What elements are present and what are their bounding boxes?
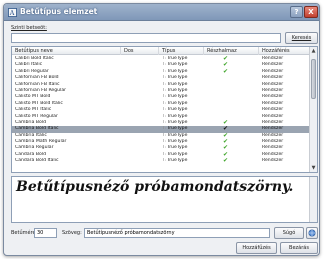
column-header-type[interactable]: Típus: [159, 47, 204, 55]
window-title: Betűtípus elemzet: [20, 7, 98, 16]
check-icon: ✔: [223, 145, 229, 152]
help-title-button[interactable]: ?: [290, 6, 303, 18]
font-access: Rendszer: [262, 158, 284, 164]
font-type-label: TrueType: [167, 113, 188, 119]
sample-text-input[interactable]: Betűtípusnéző próbamondatszörny: [84, 228, 270, 238]
check-icon: ✔: [223, 126, 229, 133]
truetype-icon: Tᵢ: [162, 151, 166, 157]
column-header-subset[interactable]: Részhalmaz: [204, 47, 259, 55]
check-icon: ✔: [223, 56, 229, 62]
truetype-icon: Tᵢ: [162, 75, 166, 81]
globe-icon: [308, 229, 316, 237]
close-title-button[interactable]: X: [304, 6, 318, 18]
list-rows: Calibri Bold Italic Tᵢ TrueType ✔ Rendszer C…: [12, 56, 310, 165]
font-viewer-dialog: A Betűtípus elemzet ? X Szinti betseöt: …: [3, 3, 320, 256]
search-input[interactable]: [11, 33, 281, 43]
check-icon: ✔: [223, 119, 229, 126]
font-type-label: TrueType: [167, 107, 188, 113]
font-type-label: TrueType: [167, 75, 188, 81]
truetype-icon: Tᵢ: [162, 87, 166, 93]
font-type-label: TrueType: [167, 100, 188, 106]
scroll-down-icon[interactable]: ▼: [310, 164, 317, 172]
list-item[interactable]: Candara Bold Italic Tᵢ TrueType ✔ Rendszer: [12, 158, 310, 164]
column-header-name[interactable]: Betűtípus neve: [12, 47, 121, 55]
check-icon: ✔: [223, 151, 229, 158]
font-icon: A: [8, 8, 17, 17]
font-type-label: TrueType: [167, 139, 188, 145]
truetype-icon: Tᵢ: [162, 100, 166, 106]
check-icon: ✔: [223, 158, 229, 165]
truetype-icon: Tᵢ: [162, 132, 166, 138]
font-type-label: TrueType: [167, 81, 188, 87]
list-header: Betűtípus neve Dos Típus Részhalmaz Hozz…: [12, 47, 310, 55]
truetype-icon: Tᵢ: [162, 56, 166, 61]
truetype-icon: Tᵢ: [162, 107, 166, 113]
close-button[interactable]: Bezárás: [280, 242, 318, 254]
truetype-icon: Tᵢ: [162, 81, 166, 87]
scroll-up-icon[interactable]: ▲: [310, 47, 317, 55]
font-type-label: TrueType: [167, 68, 188, 74]
font-type-label: TrueType: [167, 94, 188, 100]
font-type-label: TrueType: [167, 145, 188, 151]
font-type-label: TrueType: [167, 132, 188, 138]
search-button[interactable]: Keresés: [285, 32, 318, 44]
font-list[interactable]: Betűtípus neve Dos Típus Részhalmaz Hozz…: [11, 46, 318, 173]
font-type-label: TrueType: [167, 126, 188, 132]
check-icon: ✔: [223, 132, 229, 139]
font-type: Tᵢ TrueType: [162, 158, 202, 164]
truetype-icon: Tᵢ: [162, 62, 166, 68]
scroll-thumb[interactable]: [311, 59, 316, 99]
truetype-icon: Tᵢ: [162, 113, 166, 119]
check-icon: ✔: [223, 62, 229, 69]
truetype-icon: Tᵢ: [162, 139, 166, 145]
preview-scrollbar[interactable]: [309, 177, 317, 222]
font-type-label: TrueType: [167, 158, 188, 164]
font-type-label: TrueType: [167, 151, 188, 157]
truetype-icon: Tᵢ: [162, 126, 166, 132]
truetype-icon: Tᵢ: [162, 68, 166, 74]
check-icon: ✔: [223, 139, 229, 146]
font-type-label: TrueType: [167, 56, 188, 61]
svg-text:A: A: [9, 10, 15, 17]
truetype-icon: Tᵢ: [162, 158, 166, 164]
font-type-label: TrueType: [167, 62, 188, 68]
search-label: Szinti betseöt:: [11, 25, 47, 31]
font-type-label: TrueType: [167, 119, 188, 125]
truetype-icon: Tᵢ: [162, 119, 166, 125]
add-button[interactable]: Hozzáfűzés: [236, 242, 277, 254]
column-header-access[interactable]: Hozzáférés: [259, 47, 310, 55]
globe-button[interactable]: [306, 227, 318, 239]
size-input[interactable]: 30: [34, 228, 57, 238]
preview-text: Betűtípusnéző próbamondatszörny.: [16, 179, 294, 195]
preview-pane: Betűtípusnéző próbamondatszörny.: [11, 176, 318, 223]
check-icon: ✔: [223, 68, 229, 75]
font-name: Candara Bold Italic: [15, 158, 59, 164]
truetype-icon: Tᵢ: [162, 94, 166, 100]
text-label: Szöveg:: [62, 230, 82, 236]
title-bar: A Betűtípus elemzet ? X: [4, 4, 319, 21]
help-button[interactable]: Súgó: [274, 227, 304, 239]
font-type-label: TrueType: [167, 87, 188, 93]
list-scrollbar[interactable]: ▲ ▼: [309, 47, 317, 172]
truetype-icon: Tᵢ: [162, 145, 166, 151]
column-header-dos[interactable]: Dos: [121, 47, 159, 55]
